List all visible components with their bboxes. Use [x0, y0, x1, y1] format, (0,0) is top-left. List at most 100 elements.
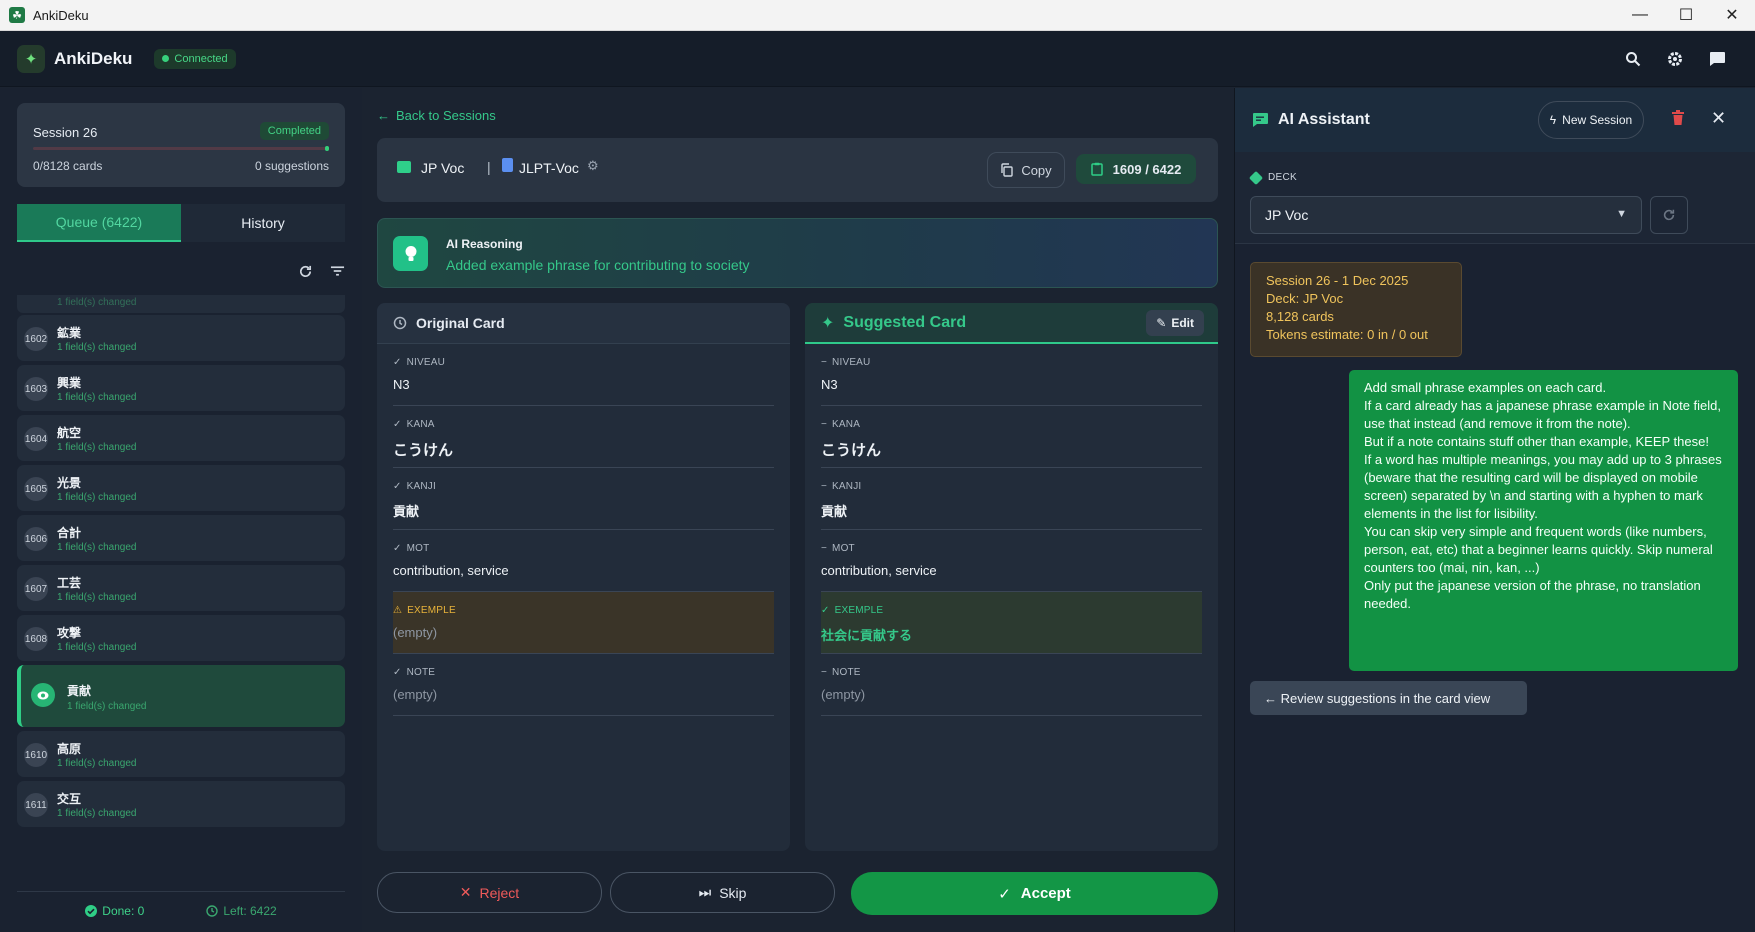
list-item[interactable]: 1611 交互 1 field(s) changed	[17, 781, 345, 827]
refresh-icon[interactable]	[296, 262, 314, 280]
filter-icon[interactable]	[328, 262, 346, 280]
left-count: Left: 6422	[223, 904, 277, 918]
card-kanji: 興業	[57, 376, 82, 390]
edit-button[interactable]: ✎ Edit	[1146, 309, 1204, 336]
app-header: ✦ AnkiDeku Connected	[0, 31, 1755, 87]
card-number: 1602	[24, 327, 48, 351]
field-kana: − KANA こうけん	[821, 406, 1202, 468]
gear-icon[interactable]	[1665, 49, 1685, 69]
new-session-button[interactable]: ϟ New Session	[1538, 101, 1644, 139]
tab-history[interactable]: History	[181, 204, 345, 242]
eye-icon	[31, 683, 55, 707]
gear-icon[interactable]: ⚙	[587, 158, 599, 174]
field-value: こうけん	[821, 442, 882, 459]
session-name: Session 26	[33, 125, 98, 140]
refresh-icon[interactable]	[1650, 196, 1688, 234]
list-item[interactable]: 1603 興業 1 field(s) changed	[17, 365, 345, 411]
minimize-icon[interactable]: —	[1617, 0, 1663, 31]
field-value: (empty)	[821, 687, 866, 702]
field-label: KANA	[406, 419, 435, 430]
field-label: MOT	[406, 543, 430, 554]
warning-icon: ⚠	[393, 605, 403, 616]
reasoning-text: Added example phrase for contributing to…	[446, 257, 750, 273]
field-changed-text: 1 field(s) changed	[57, 542, 137, 553]
done-count: Done: 0	[102, 904, 145, 918]
field-changed-text: 1 field(s) changed	[57, 492, 137, 503]
card-number: 1604	[24, 427, 48, 451]
list-item[interactable]: 1602 鉱業 1 field(s) changed	[17, 315, 345, 361]
minus-icon: −	[821, 667, 828, 678]
window-titlebar: ☘ AnkiDeku — ☐ ✕	[0, 0, 1755, 31]
edit-label: Edit	[1171, 315, 1194, 330]
document-icon	[502, 158, 513, 172]
list-item[interactable]: 1608 攻撃 1 field(s) changed	[17, 615, 345, 661]
sidebar-tabs: Queue (6422) History	[17, 204, 345, 242]
arrow-left-icon: ←	[377, 108, 390, 123]
queue-list: 1 field(s) changed 1602 鉱業 1 field(s) ch…	[17, 295, 345, 883]
status-badge: Completed	[259, 122, 329, 140]
list-item[interactable]: 1607 工芸 1 field(s) changed	[17, 565, 345, 611]
check-icon: ✓	[821, 605, 830, 616]
ai-assistant-panel: AI Assistant ϟ New Session ✕ DECK JP Voc…	[1234, 88, 1755, 932]
x-icon: ✕	[459, 884, 472, 900]
tab-queue[interactable]: Queue (6422)	[17, 204, 181, 242]
list-item[interactable]: 1605 光景 1 field(s) changed	[17, 465, 345, 511]
card-number: 1608	[24, 627, 48, 651]
suggested-card-title: Suggested Card	[843, 313, 967, 331]
field-exemple: ✓ EXEMPLE 社会に貢献する	[821, 592, 1202, 654]
field-changed-text: 1 field(s) changed	[67, 701, 147, 712]
close-icon[interactable]: ✕	[1711, 108, 1726, 129]
history-icon	[393, 316, 407, 330]
deck-select[interactable]: JP Voc ▼	[1250, 196, 1642, 234]
list-item[interactable]: 1 field(s) changed	[17, 295, 345, 313]
card-kanji: 工芸	[57, 576, 82, 590]
session-card[interactable]: Session 26 Completed 0/8128 cards 0 sugg…	[17, 103, 345, 187]
list-item[interactable]: 1610 高原 1 field(s) changed	[17, 731, 345, 777]
accept-button[interactable]: ✓ Accept	[851, 872, 1218, 915]
field-value: contribution, service	[393, 563, 509, 578]
user-line: You can skip very simple and frequent wo…	[1364, 524, 1713, 575]
check-icon: ✓	[393, 419, 402, 430]
maximize-icon[interactable]: ☐	[1663, 0, 1709, 31]
copy-button[interactable]: Copy	[987, 152, 1065, 188]
deck-section: DECK JP Voc ▼	[1235, 152, 1755, 244]
suggested-card-panel: ✦ Suggested Card ✎ Edit − NIVEAU N3 − KANA…	[805, 303, 1218, 851]
search-icon[interactable]	[1623, 49, 1643, 69]
field-changed-text: 1 field(s) changed	[57, 808, 137, 819]
field-label: NIVEAU	[832, 357, 871, 368]
review-suggestions-button[interactable]: ← Review suggestions in the card view	[1250, 681, 1527, 715]
system-line: 8,128 cards	[1266, 309, 1334, 324]
field-niveau: − NIVEAU N3	[821, 344, 1202, 406]
close-icon[interactable]: ✕	[1709, 0, 1755, 31]
card-kanji: 攻撃	[57, 626, 82, 640]
brand-name: AnkiDeku	[54, 48, 133, 68]
original-card-title: Original Card	[416, 315, 505, 331]
field-label: NOTE	[406, 667, 436, 678]
lightbulb-icon	[393, 236, 428, 271]
field-value: (empty)	[393, 687, 438, 702]
skip-button[interactable]: ⏭ Skip	[610, 872, 835, 913]
card-kanji: 貢献	[67, 684, 92, 698]
card-kanji: 交互	[57, 792, 82, 806]
minus-icon: −	[821, 543, 828, 554]
list-item[interactable]: 1606 合計 1 field(s) changed	[17, 515, 345, 561]
chat-icon[interactable]	[1707, 49, 1727, 69]
deck-select-value: JP Voc	[1265, 207, 1309, 223]
card-kanji: 航空	[57, 426, 82, 440]
field-niveau: ✓ NIVEAU N3	[393, 344, 774, 406]
system-line: Tokens estimate: 0 in / 0 out	[1266, 327, 1428, 342]
list-item[interactable]: 1604 航空 1 field(s) changed	[17, 415, 345, 461]
back-label: Back to Sessions	[396, 108, 496, 123]
minus-icon: −	[821, 481, 828, 492]
system-message: Session 26 - 1 Dec 2025 Deck: JP Voc 8,1…	[1250, 262, 1462, 357]
session-suggestions-count: 0 suggestions	[254, 159, 329, 173]
separator: |	[487, 159, 491, 175]
list-item-active[interactable]: 貢献 1 field(s) changed	[17, 665, 345, 727]
back-to-sessions-link[interactable]: ← Back to Sessions	[377, 108, 496, 123]
field-value: (empty)	[393, 625, 438, 640]
reject-button[interactable]: ✕ Reject	[377, 872, 602, 913]
trash-icon[interactable]	[1671, 110, 1685, 126]
field-mot: ✓ MOT contribution, service	[393, 530, 774, 592]
field-value: contribution, service	[821, 563, 937, 578]
card-number: 1603	[24, 377, 48, 401]
